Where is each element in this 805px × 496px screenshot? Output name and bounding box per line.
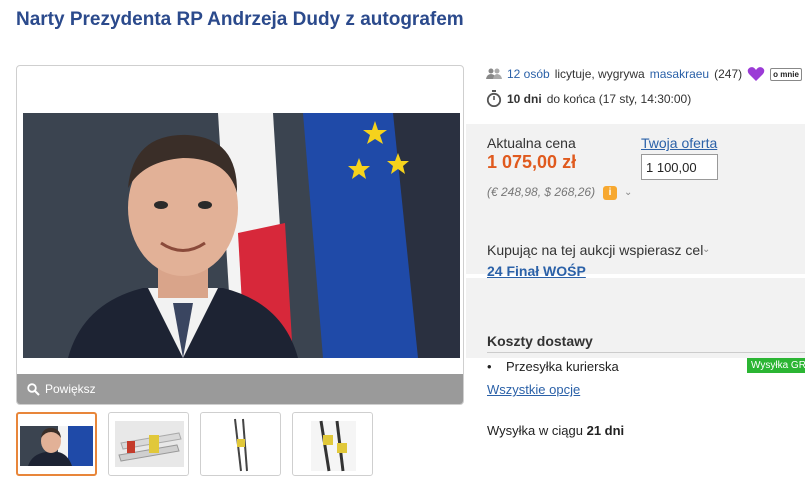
shipping-time-prefix: Wysyłka w ciągu [487, 423, 583, 438]
shipping-badge: Wysyłka GR [747, 358, 805, 373]
cause-label: Kupując na tej aukcji wspierasz cel [487, 242, 704, 258]
magnifier-icon [27, 382, 40, 396]
thumbnail-strip [16, 412, 373, 476]
chevron-down-icon[interactable]: ⌄ [702, 244, 710, 255]
all-options-link[interactable]: Wszystkie opcje [487, 382, 580, 397]
thumbnail-skis-bindings[interactable] [292, 412, 373, 476]
bidders-row: 12 osób licytuje, wygrywa masakraeu (247… [486, 66, 802, 82]
offer-input[interactable] [641, 154, 718, 180]
stopwatch-icon [486, 90, 502, 107]
divider [487, 352, 805, 353]
info-icon[interactable]: i [603, 186, 617, 200]
shipping-option: • Przesyłka kurierska [487, 359, 619, 374]
current-price: 1 075,00 zł [487, 152, 577, 172]
your-offer-link[interactable]: Twoja oferta [641, 135, 717, 151]
bullet: • [487, 359, 492, 374]
shipping-time-value: 21 dni [586, 423, 625, 438]
bidders-count-link[interactable]: 12 osób [507, 67, 550, 81]
winner-link[interactable]: masakraeu [650, 67, 709, 81]
about-me-badge[interactable]: o mnie [770, 67, 802, 81]
cause-link[interactable]: 24 Finał WOŚP [487, 263, 586, 279]
shipping-time: Wysyłka w ciągu 21 dni [487, 423, 624, 438]
current-price-label: Aktualna cena [487, 135, 576, 151]
zoom-label: Powiększ [45, 382, 96, 396]
thumbnail-portrait[interactable] [16, 412, 97, 476]
converted-price: (€ 248,98, $ 268,26) [487, 185, 596, 199]
users-icon [486, 68, 502, 79]
zoom-button[interactable]: Powiększ [17, 374, 463, 404]
image-gallery[interactable]: Powiększ [16, 65, 464, 405]
main-photo[interactable] [23, 113, 460, 358]
time-left-row: 10 dni do końca (17 sty, 14:30:00) [486, 90, 691, 107]
thumbnail-skis-closeup[interactable] [108, 412, 189, 476]
bidders-text: licytuje, wygrywa [554, 67, 645, 81]
thumbnail-skis-pair[interactable] [200, 412, 281, 476]
days-left: 10 dni [507, 91, 542, 106]
shipping-option-label: Przesyłka kurierska [506, 359, 619, 374]
chevron-down-icon[interactable]: ⌄ [624, 187, 632, 198]
until-end-text: do końca (17 sty, 14:30:00) [546, 91, 692, 106]
heart-icon [747, 67, 765, 81]
page-title: Narty Prezydenta RP Andrzeja Dudy z auto… [16, 9, 464, 30]
winner-rating: (247) [714, 67, 743, 81]
shipping-heading: Koszty dostawy [487, 333, 593, 349]
